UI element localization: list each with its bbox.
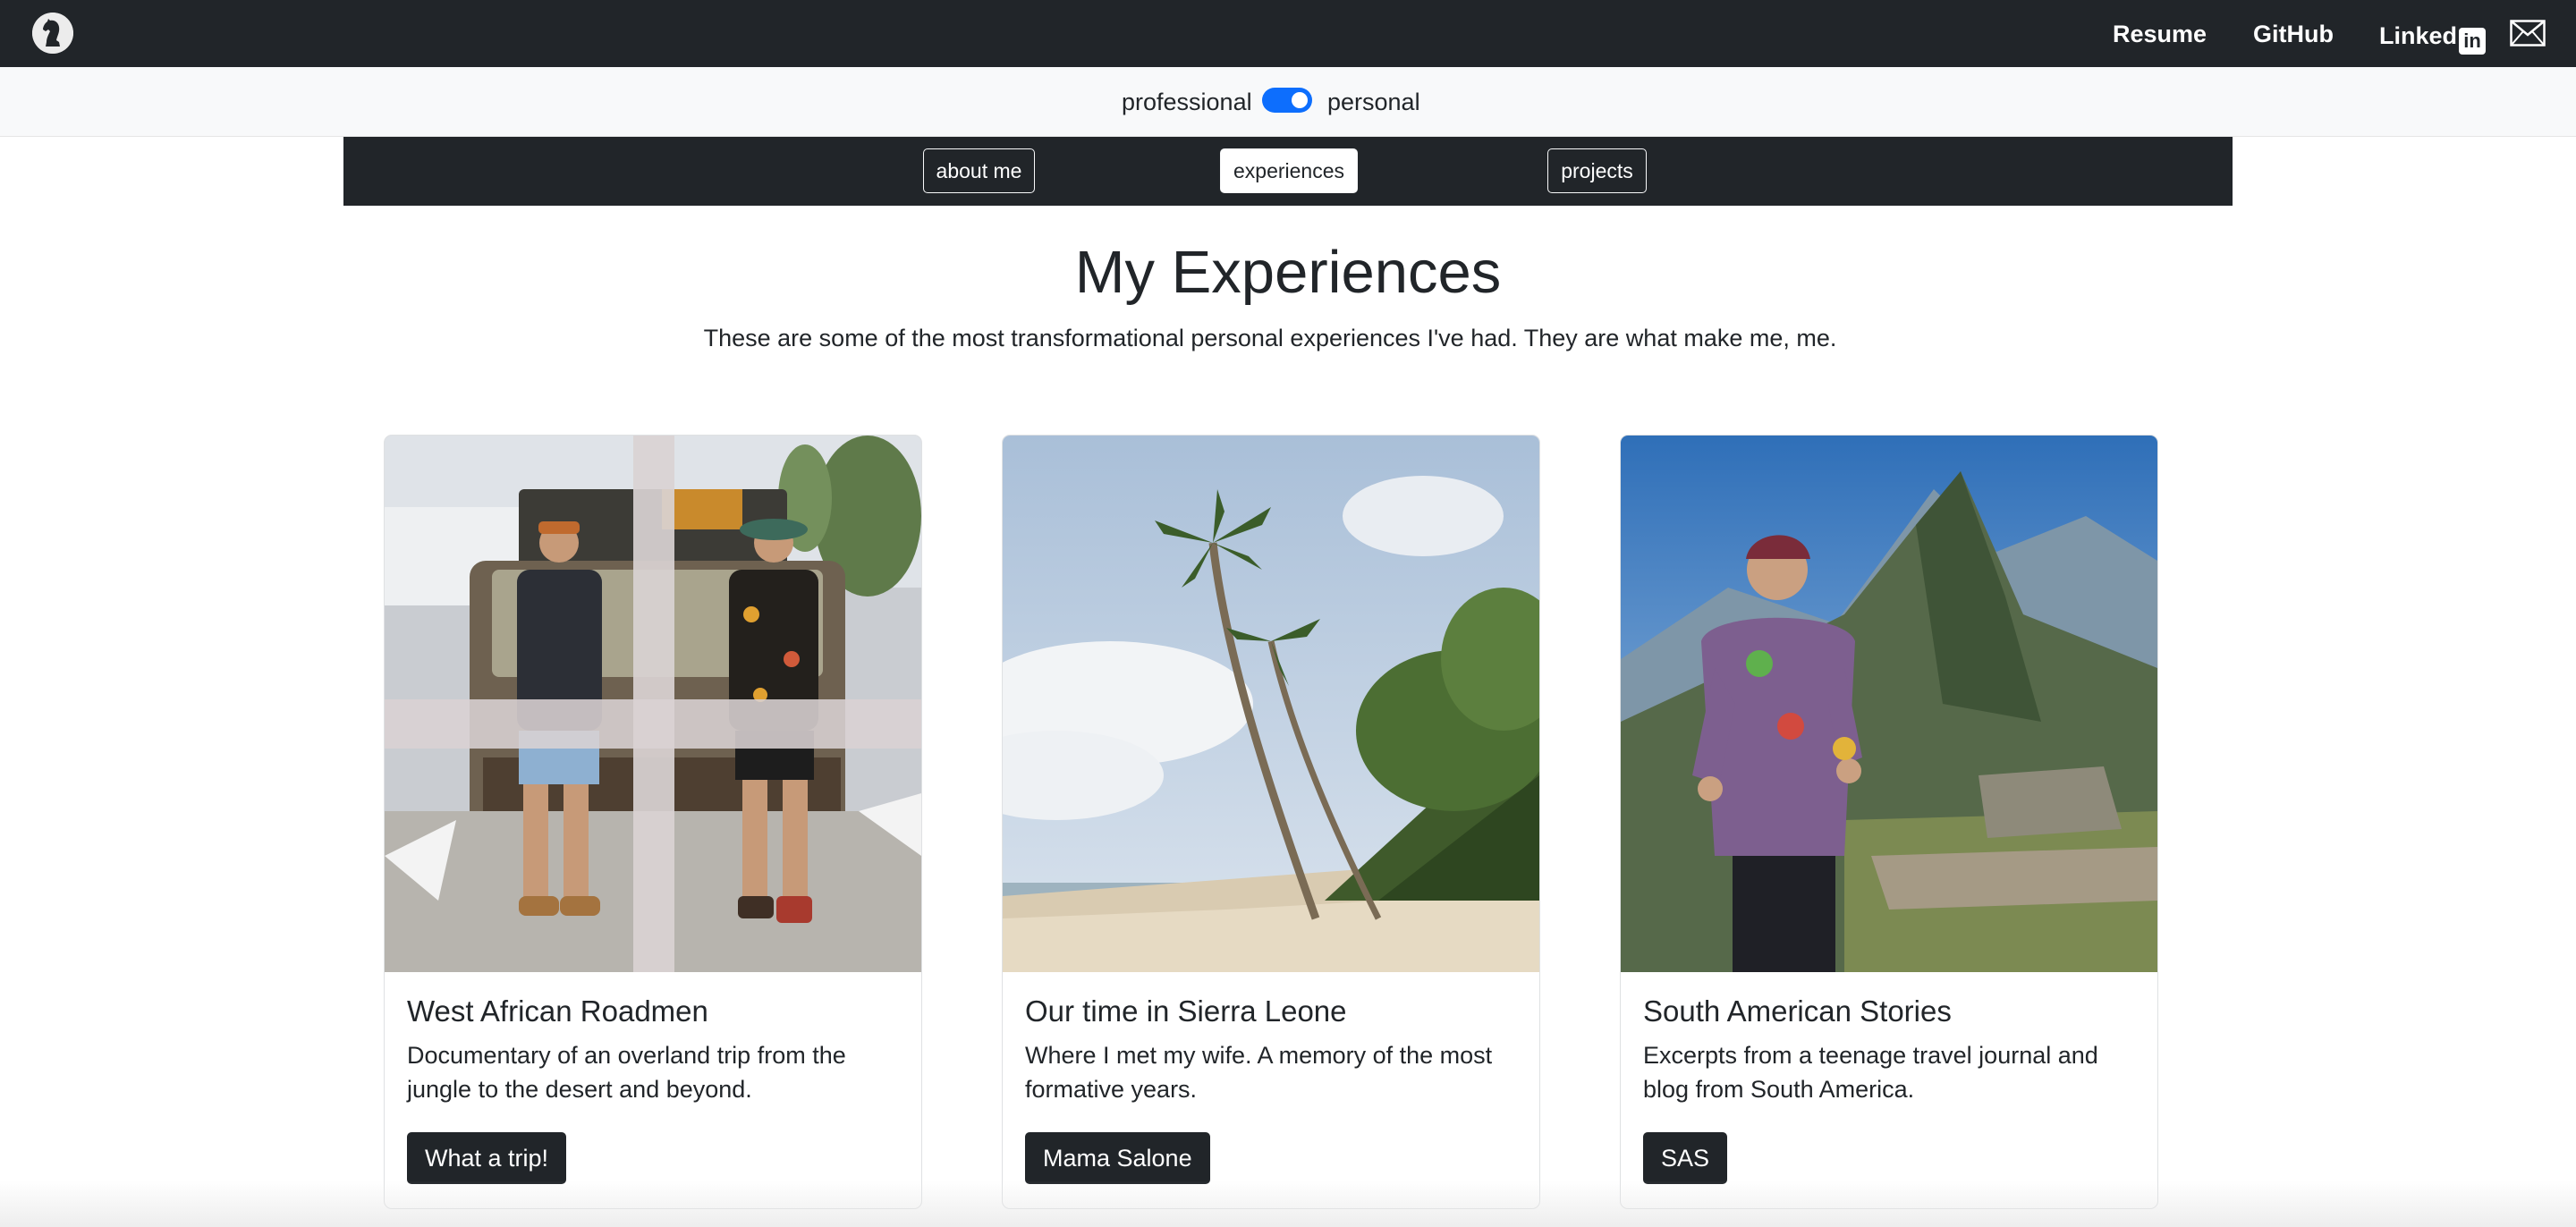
- section-nav: about me experiences projects: [343, 137, 2233, 206]
- sas-button[interactable]: SAS: [1643, 1132, 1728, 1184]
- toggle-knob: [1292, 92, 1308, 108]
- card-text: Where I met my wife. A memory of the mos…: [1025, 1042, 1493, 1103]
- resume-link[interactable]: Resume: [2113, 18, 2207, 50]
- card-image-roadmen: [385, 436, 921, 972]
- tab-projects[interactable]: projects: [1547, 148, 1647, 193]
- page-title: My Experiences: [1074, 239, 1502, 306]
- tab-about-me[interactable]: about me: [923, 148, 1035, 193]
- card-title: Our time in Sierra Leone: [1025, 994, 1347, 1028]
- what-a-trip-button[interactable]: What a trip!: [407, 1132, 567, 1184]
- envelope-icon[interactable]: [2510, 20, 2546, 47]
- page-subtitle: These are some of the most transformatio…: [703, 325, 1837, 351]
- experience-card-south-american-stories: South American Stories Excerpts from a t…: [1620, 435, 2158, 1209]
- mama-salone-button[interactable]: Mama Salone: [1025, 1132, 1210, 1184]
- personal-label: personal: [1327, 89, 1420, 115]
- tab-experiences[interactable]: experiences: [1220, 148, 1358, 193]
- linkedin-label: Linked: [2379, 22, 2458, 49]
- card-title: West African Roadmen: [407, 994, 708, 1028]
- linkedin-link[interactable]: Linked in: [2379, 20, 2487, 55]
- experience-card-sierra-leone: Our time in Sierra Leone Where I met my …: [1002, 435, 1540, 1209]
- mode-toggle-switch[interactable]: [1262, 88, 1312, 113]
- linkedin-icon: in: [2459, 28, 2487, 55]
- chess-knight-icon[interactable]: [32, 13, 73, 54]
- card-title: South American Stories: [1643, 994, 1952, 1028]
- mode-toggle-bar: professional personal: [0, 67, 2576, 137]
- top-navbar: Resume GitHub Linked in: [0, 0, 2576, 67]
- card-text: Excerpts from a teenage travel journal a…: [1643, 1042, 2098, 1103]
- card-text: Documentary of an overland trip from the…: [407, 1042, 846, 1103]
- card-image-sierra-leone: [1003, 436, 1539, 972]
- professional-label: professional: [1122, 89, 1252, 115]
- github-link[interactable]: GitHub: [2253, 18, 2334, 50]
- card-image-south-america: [1621, 436, 2157, 972]
- experience-card-west-african-roadmen: West African Roadmen Documentary of an o…: [384, 435, 922, 1209]
